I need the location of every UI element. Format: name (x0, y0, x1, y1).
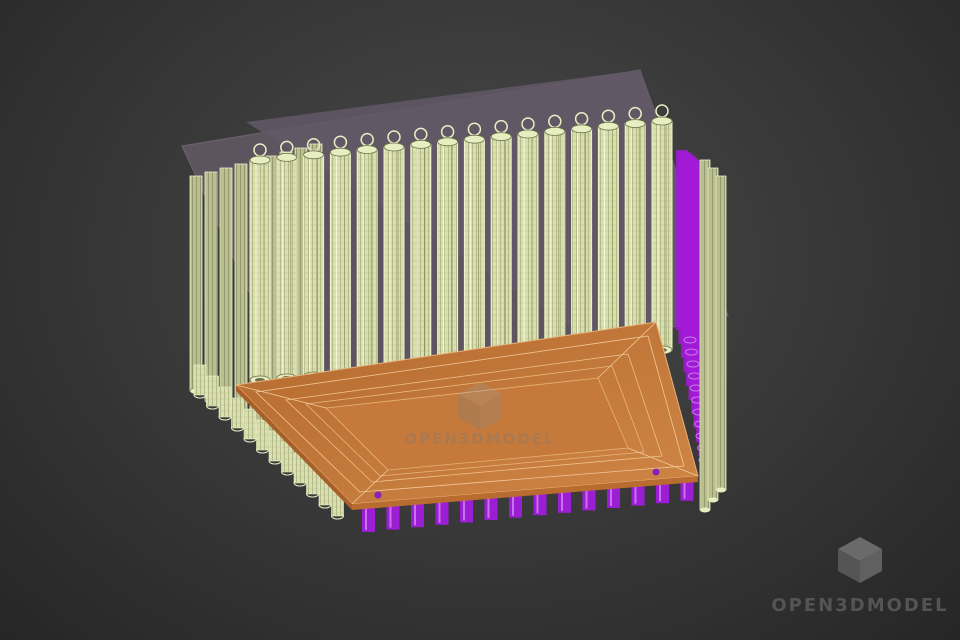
front-rod (463, 122, 485, 369)
left-rod (189, 175, 203, 395)
right-rod-cap (708, 497, 718, 503)
corner-watermark: OPEN3DMODEL (770, 535, 950, 616)
front-rod (437, 125, 459, 371)
front-rod (544, 114, 566, 363)
front-rod (249, 143, 271, 385)
corner-watermark-text: OPEN3DMODEL (771, 595, 949, 616)
center-watermark: OPEN3DMODEL (395, 378, 565, 448)
left-rod-lower (231, 397, 244, 429)
left-rod (219, 167, 233, 415)
right-rod-cap (716, 487, 726, 493)
front-rod (490, 119, 512, 367)
model-viewport[interactable]: OPEN3DMODEL OPEN3DMODEL (0, 0, 960, 640)
right-rod-cap (700, 507, 710, 513)
hook-ring (655, 104, 669, 118)
cube-logo-icon (838, 537, 882, 583)
front-rod (303, 138, 325, 381)
front-rod (329, 135, 351, 379)
left-rod (204, 171, 218, 405)
left-rod-lower (193, 364, 207, 396)
front-rod (356, 132, 378, 377)
left-rod-lower (218, 386, 232, 418)
front-rod (410, 127, 432, 373)
front-rod (517, 117, 539, 365)
left-rod-lower (243, 408, 257, 440)
front-rod (624, 106, 646, 357)
front-rod (651, 104, 673, 355)
left-rod-lower (268, 430, 282, 462)
center-watermark-text: OPEN3DMODEL (404, 430, 556, 448)
front-rod (571, 112, 593, 361)
left-rod-lower (206, 375, 219, 407)
rods-right-side (699, 159, 727, 513)
right-rod (715, 175, 727, 491)
front-rod (276, 140, 298, 383)
front-rod (383, 130, 405, 375)
left-rod-lower (256, 419, 269, 451)
front-rod (597, 109, 619, 359)
